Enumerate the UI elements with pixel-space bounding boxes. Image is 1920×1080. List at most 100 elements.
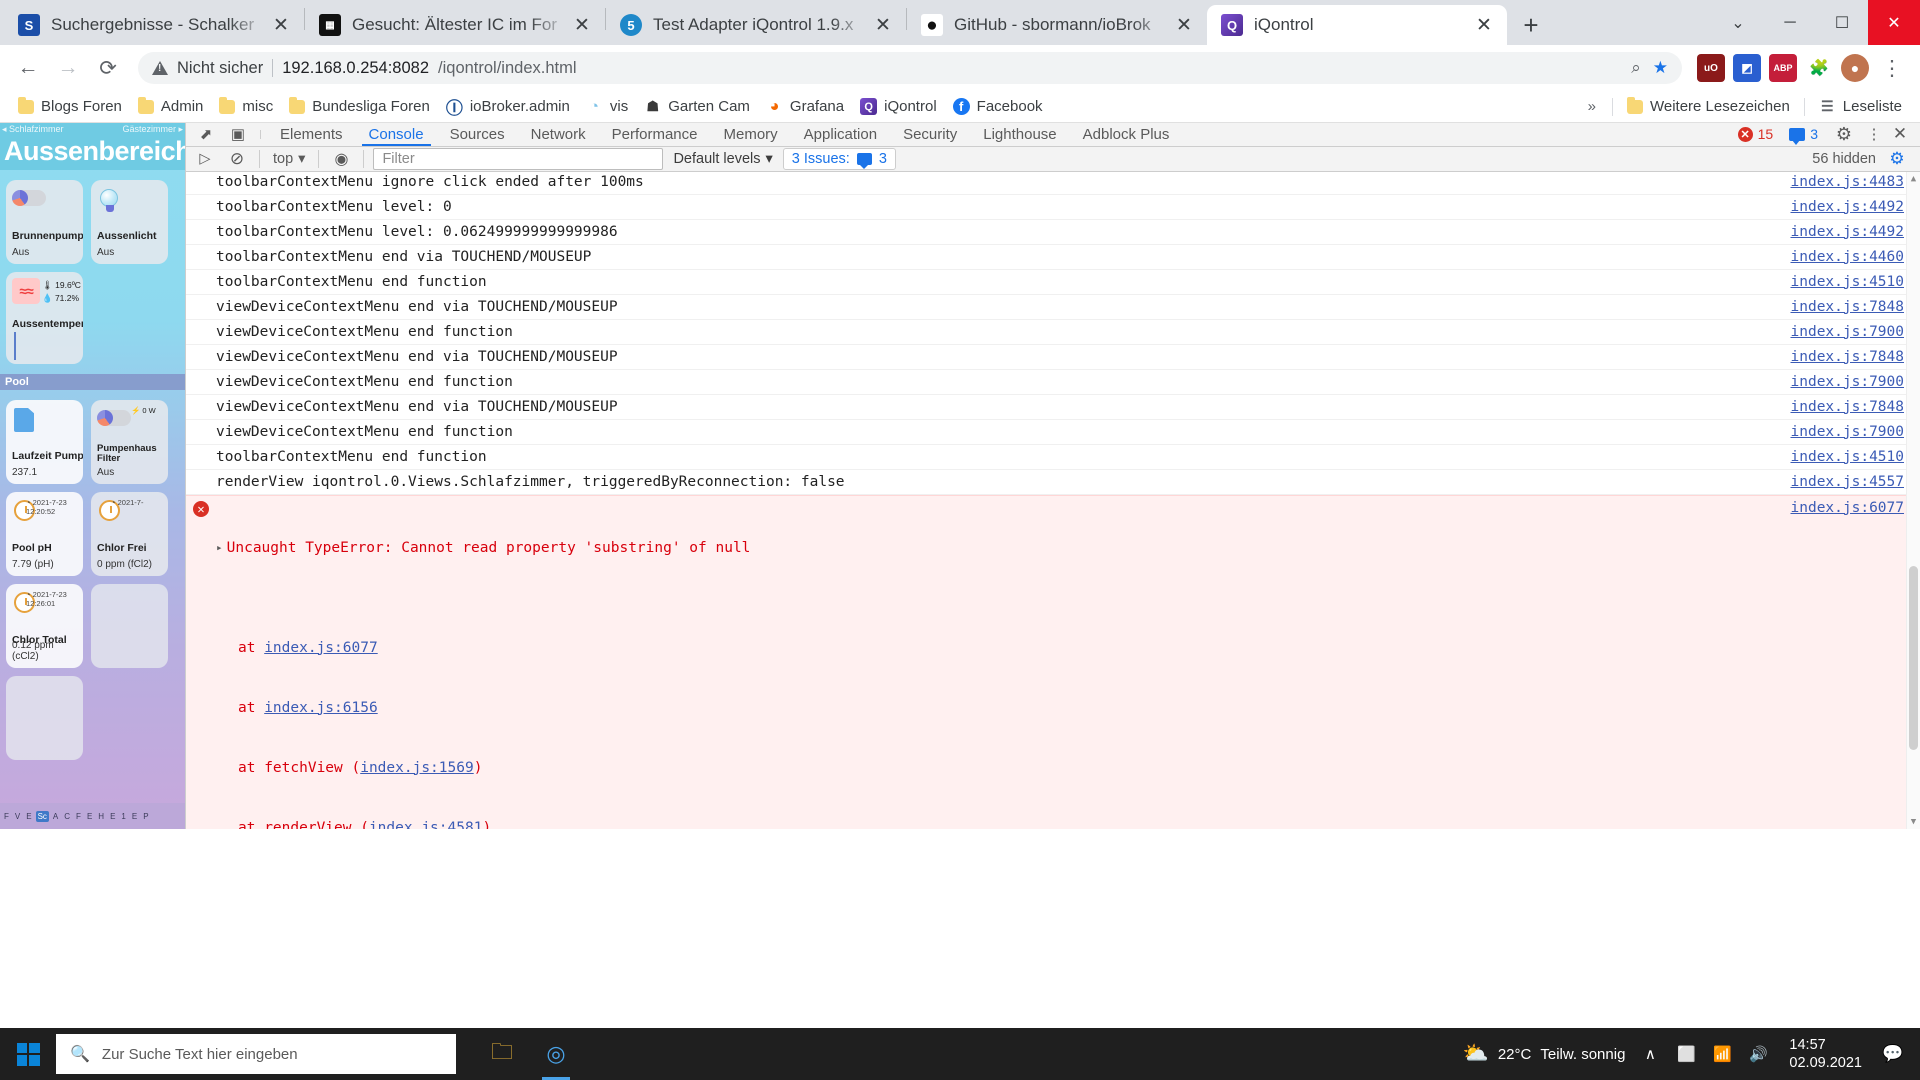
toolbar-item-9[interactable]: E bbox=[108, 811, 117, 822]
tab-close-icon[interactable]: ✕ bbox=[870, 12, 896, 38]
console-settings-icon[interactable]: ⚙ bbox=[1884, 147, 1910, 171]
switch-icon[interactable] bbox=[97, 410, 131, 426]
taskbar-search-box[interactable]: 🔍 Zur Suche Text hier eingeben bbox=[56, 1034, 456, 1074]
tab-network[interactable]: Network bbox=[518, 123, 599, 146]
zoom-icon[interactable]: ⌕ bbox=[1631, 58, 1641, 78]
error-source-link[interactable]: index.js:6077 bbox=[1791, 498, 1920, 518]
log-row[interactable]: viewDeviceContextMenu end function index… bbox=[186, 320, 1920, 345]
maximize-button[interactable]: ☐ bbox=[1816, 0, 1868, 45]
tab-security[interactable]: Security bbox=[890, 123, 970, 146]
device-toolbar-icon[interactable]: ▣ bbox=[222, 123, 254, 146]
log-row[interactable]: toolbarContextMenu ignore click ended af… bbox=[186, 172, 1920, 195]
iqontrol-prev-view-link[interactable]: ◂ Schlafzimmer bbox=[2, 124, 64, 135]
browser-tab-2[interactable]: 5 Test Adapter iQontrol 1.9.x ✕ bbox=[606, 5, 906, 45]
browser-tab-0[interactable]: S Suchergebnisse - Schalker ✕ bbox=[4, 5, 304, 45]
log-row[interactable]: toolbarContextMenu end function index.js… bbox=[186, 270, 1920, 295]
console-filter-input[interactable]: Filter bbox=[373, 147, 664, 170]
browser-tab-3[interactable]: ● GitHub - sbormann/ioBrok ✕ bbox=[907, 5, 1207, 45]
tab-close-icon[interactable]: ✕ bbox=[268, 12, 294, 38]
console-sidebar-toggle-icon[interactable]: ▷ bbox=[192, 147, 218, 171]
tab-lighthouse[interactable]: Lighthouse bbox=[970, 123, 1069, 146]
other-bookmarks-folder[interactable]: Weitere Lesezeichen bbox=[1619, 95, 1798, 118]
log-source-link[interactable]: index.js:4492 bbox=[1791, 222, 1920, 242]
stack-link[interactable]: index.js:1569 bbox=[360, 760, 474, 776]
bookmark-iqontrol[interactable]: Q iQontrol bbox=[852, 95, 945, 118]
ublock-origin-icon[interactable]: uO bbox=[1697, 54, 1725, 82]
log-source-link[interactable]: index.js:7900 bbox=[1791, 372, 1920, 392]
console-scrollbar[interactable]: ▲ ▼ bbox=[1906, 171, 1920, 829]
heater-icon[interactable]: ≈≈ bbox=[12, 278, 40, 304]
bookmark-facebook[interactable]: f Facebook bbox=[945, 95, 1051, 118]
switch-icon[interactable] bbox=[12, 190, 46, 206]
toolbar-item-12[interactable]: P bbox=[141, 811, 150, 822]
toolbar-item-5[interactable]: C bbox=[62, 811, 72, 822]
device-tile-chlor-total[interactable]: ◔ 2021-7-23 12:26:01 Chlor Total 0.12 pp… bbox=[6, 584, 83, 668]
devtools-close-icon[interactable]: ✕ bbox=[1888, 124, 1912, 144]
log-row[interactable]: toolbarContextMenu end via TOUCHEND/MOUS… bbox=[186, 245, 1920, 270]
tab-sources[interactable]: Sources bbox=[437, 123, 518, 146]
browser-tab-1[interactable]: ▦ Gesucht: Ältester IC im For ✕ bbox=[305, 5, 605, 45]
tab-adblock-plus[interactable]: Adblock Plus bbox=[1070, 123, 1183, 146]
device-tile-partial-2[interactable] bbox=[6, 676, 83, 760]
toolbar-item-8[interactable]: H bbox=[96, 811, 106, 822]
log-row[interactable]: viewDeviceContextMenu end function index… bbox=[186, 420, 1920, 445]
log-source-link[interactable]: index.js:4510 bbox=[1791, 272, 1920, 292]
log-source-link[interactable]: index.js:7848 bbox=[1791, 297, 1920, 317]
bookmark-star-icon[interactable]: ★ bbox=[1653, 58, 1668, 78]
toolbar-item-1[interactable]: V bbox=[13, 811, 22, 822]
minimize-button[interactable]: ─ bbox=[1764, 0, 1816, 45]
taskbar-clock[interactable]: 14:57 02.09.2021 bbox=[1783, 1036, 1862, 1072]
scroll-up-arrow-icon[interactable]: ▲ bbox=[1907, 172, 1920, 186]
battery-icon[interactable]: ⬜ bbox=[1675, 1045, 1697, 1063]
device-tile-pumpenhaus-filter[interactable]: ⚡ 0 W Pumpenhaus Filter Aus bbox=[91, 400, 168, 484]
toolbar-item-11[interactable]: E bbox=[130, 811, 139, 822]
console-context-selector[interactable]: top ▾ bbox=[269, 151, 309, 167]
tab-close-icon[interactable]: ✕ bbox=[569, 12, 595, 38]
ghostery-icon[interactable]: ◩ bbox=[1733, 54, 1761, 82]
notification-center-icon[interactable]: 💬 bbox=[1876, 1044, 1910, 1064]
puzzle-extensions-icon[interactable]: 🧩 bbox=[1805, 54, 1833, 82]
reading-list-button[interactable]: ☰ Leseliste bbox=[1811, 95, 1910, 118]
taskbar-weather-widget[interactable]: ⛅ 22°C Teilw. sonnig bbox=[1463, 1042, 1626, 1066]
log-row[interactable]: viewDeviceContextMenu end via TOUCHEND/M… bbox=[186, 345, 1920, 370]
log-levels-dropdown[interactable]: Default levels ▾ bbox=[669, 151, 776, 167]
bookmark-folder-admin[interactable]: Admin bbox=[130, 95, 212, 118]
device-tile-partial[interactable] bbox=[91, 584, 168, 668]
bookmark-vis[interactable]: ◔ vis bbox=[578, 95, 636, 118]
devtools-settings-icon[interactable]: ⚙ bbox=[1828, 124, 1860, 145]
close-window-button[interactable]: ✕ bbox=[1868, 0, 1920, 45]
taskbar-file-explorer[interactable]: 🗀 bbox=[478, 1028, 526, 1080]
log-row[interactable]: toolbarContextMenu level: 0 index.js:449… bbox=[186, 195, 1920, 220]
log-source-link[interactable]: index.js:7900 bbox=[1791, 422, 1920, 442]
message-count-badge[interactable]: 3 bbox=[1783, 126, 1824, 145]
profile-avatar[interactable]: ● bbox=[1841, 54, 1869, 82]
toolbar-item-2[interactable]: E bbox=[24, 811, 33, 822]
error-count-badge[interactable]: ✕ 15 bbox=[1732, 126, 1780, 142]
log-row[interactable]: toolbarContextMenu end function index.js… bbox=[186, 445, 1920, 470]
tab-close-icon[interactable]: ✕ bbox=[1471, 12, 1497, 38]
log-source-link[interactable]: index.js:4483 bbox=[1791, 172, 1920, 192]
log-source-link[interactable]: index.js:7848 bbox=[1791, 347, 1920, 367]
log-source-link[interactable]: index.js:4557 bbox=[1791, 472, 1920, 492]
bookmarks-overflow-icon[interactable]: » bbox=[1578, 98, 1606, 115]
log-source-link[interactable]: index.js:7900 bbox=[1791, 322, 1920, 342]
expand-arrow-icon[interactable]: ▸ bbox=[216, 538, 227, 558]
log-source-link[interactable]: index.js:4492 bbox=[1791, 197, 1920, 217]
log-row-error[interactable]: ✕ ▸ Uncaught TypeError: Cannot read prop… bbox=[186, 494, 1920, 829]
bookmark-folder-misc[interactable]: misc bbox=[211, 95, 281, 118]
device-tile-aussenlicht[interactable]: Aussenlicht Aus bbox=[91, 180, 168, 264]
log-row[interactable]: renderView iqontrol.0.Views.Schlafzimmer… bbox=[186, 470, 1920, 495]
log-row[interactable]: viewDeviceContextMenu end via TOUCHEND/M… bbox=[186, 295, 1920, 320]
devtools-more-icon[interactable]: ⋮ bbox=[1864, 125, 1884, 143]
browser-tab-4-active[interactable]: Q iQontrol ✕ bbox=[1207, 5, 1507, 45]
toolbar-item-0[interactable]: F bbox=[2, 811, 11, 822]
restore-down-button[interactable]: ⌄ bbox=[1712, 0, 1764, 45]
tab-memory[interactable]: Memory bbox=[711, 123, 791, 146]
inspect-element-icon[interactable]: ⬈ bbox=[190, 123, 222, 146]
tab-elements[interactable]: Elements bbox=[267, 123, 356, 146]
address-bar[interactable]: Nicht sicher 192.168.0.254:8082/iqontrol… bbox=[138, 52, 1682, 84]
console-log-area[interactable]: toolbarContextMenu ignore click ended af… bbox=[186, 171, 1920, 829]
network-icon[interactable]: 📶 bbox=[1711, 1045, 1733, 1063]
toolbar-item-7[interactable]: E bbox=[85, 811, 94, 822]
log-source-link[interactable]: index.js:4460 bbox=[1791, 247, 1920, 267]
